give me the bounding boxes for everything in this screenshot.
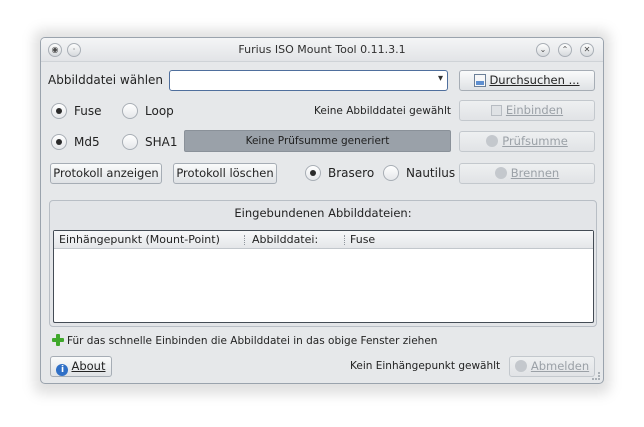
unmount-icon [514,360,527,372]
delete-log-button-label: Protokoll löschen [176,166,274,180]
about-button-label: About [71,359,106,373]
browse-button-label: Durchsuchen ... [489,73,580,87]
maximize-icon[interactable]: ⌃ [558,43,572,57]
main-window: ◉ · Furius ISO Mount Tool 0.11.3.1 ⌄ ⌃ ✕… [40,37,604,384]
loop-radio[interactable] [122,103,138,119]
checksum-icon [486,135,499,147]
mounted-images-list[interactable]: Einhängepunkt (Mount-Point) Abbilddatei:… [53,230,594,323]
checksum-button[interactable]: Prüfsumme [459,131,595,152]
mount-button[interactable]: Einbinden [459,100,595,121]
image-file-combobox[interactable]: ▾ [169,70,448,91]
column-mount-point[interactable]: Einhängepunkt (Mount-Point) [59,233,220,246]
md5-label: Md5 [74,135,100,149]
image-status-text: Keine Abbilddatei gewählt [314,105,451,117]
sha1-radio[interactable] [122,134,138,150]
mounted-images-group: Eingebundenen Abbilddateien: Einhängepun… [49,200,597,327]
unmount-button[interactable]: Abmelden [509,356,595,377]
mount-point-status: Kein Einhängepunkt gewählt [350,360,501,372]
fuse-label: Fuse [74,104,102,118]
nautilus-radio[interactable] [383,165,399,181]
mounted-images-title: Eingebundenen Abbilddateien: [234,206,412,220]
burn-button-label: Brennen [510,166,560,180]
list-header: Einhängepunkt (Mount-Point) Abbilddatei:… [54,231,593,249]
resize-grip-icon[interactable] [592,372,600,380]
column-fuse[interactable]: Fuse [350,233,375,246]
fuse-radio[interactable] [51,103,67,119]
drag-drop-hint: Für das schnelle Einbinden die Abbilddat… [67,335,438,347]
burn-icon [494,167,507,179]
chevron-down-icon[interactable]: ▾ [438,73,443,84]
md5-radio[interactable] [51,134,67,150]
add-icon [51,333,65,347]
column-image-file[interactable]: Abbilddatei: [252,233,318,246]
show-log-button-label: Protokoll anzeigen [53,166,159,180]
brasero-radio[interactable] [305,165,321,181]
mount-button-label: Einbinden [505,103,564,117]
image-file-label: Abbilddatei wählen [48,73,164,87]
window-title: Furius ISO Mount Tool 0.11.3.1 [238,43,406,56]
delete-log-button[interactable]: Protokoll löschen [173,163,277,184]
brasero-label: Brasero [328,166,375,180]
browse-button[interactable]: Durchsuchen ... [459,70,595,91]
info-icon: i [56,364,69,376]
show-log-button[interactable]: Protokoll anzeigen [50,163,162,184]
minimize-icon[interactable]: ⌄ [536,43,550,57]
close-icon[interactable]: ✕ [580,43,594,57]
about-button[interactable]: i About [50,356,112,377]
burn-button[interactable]: Brennen [459,163,595,184]
sha1-label: SHA1 [145,135,178,149]
column-separator[interactable] [344,235,345,245]
title-bar[interactable]: ◉ · Furius ISO Mount Tool 0.11.3.1 ⌄ ⌃ ✕ [41,38,603,62]
unmount-button-label: Abmelden [530,359,590,373]
column-separator[interactable] [244,235,245,245]
mount-icon [490,105,502,116]
checksum-status: Keine Prüfsumme generiert [184,130,451,152]
nautilus-label: Nautilus [406,166,456,180]
loop-label: Loop [145,104,174,118]
document-icon [474,74,487,87]
checksum-button-label: Prüfsumme [502,134,568,148]
